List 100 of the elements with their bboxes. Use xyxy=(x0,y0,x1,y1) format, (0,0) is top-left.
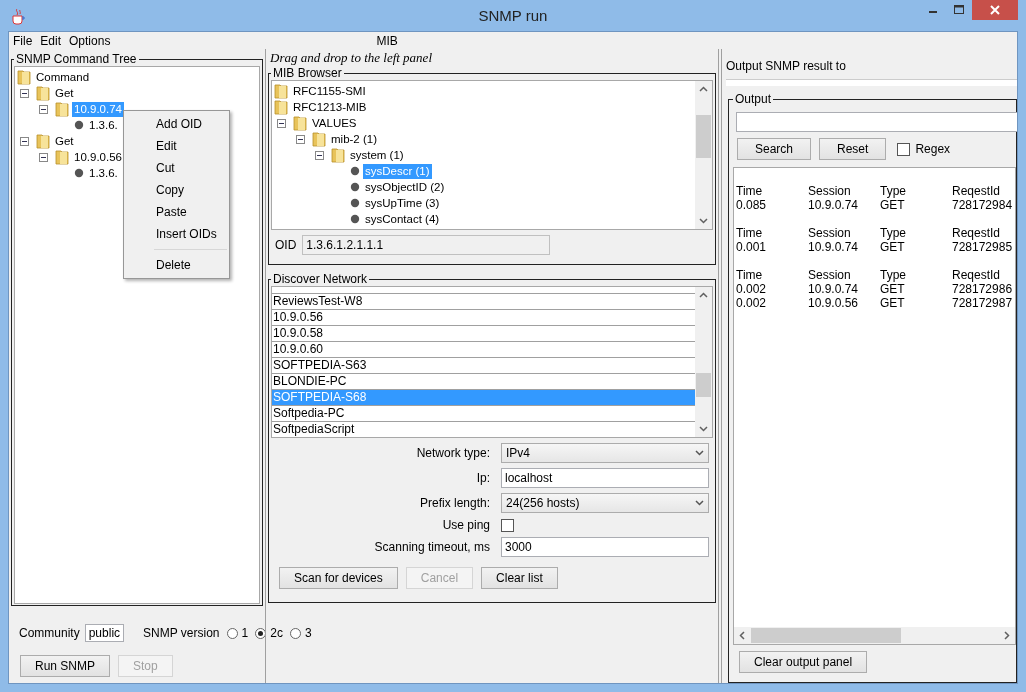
tree-item[interactable]: sysContact (4) xyxy=(363,211,442,227)
text-field[interactable]: 3000 xyxy=(501,537,709,557)
list-item[interactable]: Softpedia-PC xyxy=(272,406,695,422)
field-label: Community xyxy=(19,626,80,640)
mib-tree[interactable]: RFC1155-SMI RFC1213-MIB VALUES mib-2 (1) system (1) sysDescr (1) sysObjectID (2) sysUpTime (3) sysContact (4) xyxy=(271,80,713,230)
tree-item[interactable]: sysUpTime (3) xyxy=(363,195,442,211)
radio-button[interactable] xyxy=(289,627,301,639)
menu-item[interactable]: Edit xyxy=(124,135,229,157)
tree-item[interactable]: VALUES xyxy=(310,115,359,131)
menu-item[interactable]: File xyxy=(9,33,37,48)
list-item[interactable]: SOFTPEDIA-S63 xyxy=(272,358,695,374)
vertical-scrollbar[interactable] xyxy=(695,81,712,229)
menu-item[interactable]: Paste xyxy=(124,201,229,223)
command-tree[interactable]: Command Get 10.9.0.74 1.3.6. Get 10.9.0.56 1.3.6. Add OID Edit Cut Copy Paste Insert OIDs Delete xyxy=(14,66,260,604)
radio-label[interactable]: 3 xyxy=(304,626,312,640)
field-label: Scanning timeout, ms xyxy=(373,540,490,554)
radio-button[interactable] xyxy=(226,627,238,639)
folder-icon xyxy=(274,83,288,99)
node-dot-icon xyxy=(350,198,360,208)
vertical-scrollbar[interactable] xyxy=(695,287,712,437)
collapse-icon[interactable] xyxy=(20,136,29,146)
community-field[interactable]: public xyxy=(84,624,125,642)
window-title: SNMP run xyxy=(478,7,548,24)
horizontal-scrollbar[interactable] xyxy=(734,627,1015,644)
folder-icon xyxy=(331,147,345,163)
node-dot-icon xyxy=(350,166,360,176)
hint-text: Drag and drop to the left panel xyxy=(269,49,433,67)
collapse-icon[interactable] xyxy=(315,150,324,160)
scroll-thumb[interactable] xyxy=(696,115,711,158)
tree-item[interactable]: 10.9.0.56 xyxy=(72,149,124,165)
tree-item[interactable]: RFC1155-SMI xyxy=(291,83,368,99)
menu-item[interactable]: Options xyxy=(65,33,115,48)
folder-icon xyxy=(17,69,31,85)
tree-item[interactable]: RFC1213-MIB xyxy=(291,99,369,115)
collapse-icon[interactable] xyxy=(296,134,305,144)
tree-item[interactable]: Get xyxy=(53,133,76,149)
column-header: ReqestId xyxy=(952,184,1002,198)
checkbox[interactable] xyxy=(501,518,514,532)
radio-label[interactable]: 1 xyxy=(241,626,249,640)
tree-item[interactable]: system (1) xyxy=(348,147,406,163)
column-header: Session xyxy=(808,226,852,240)
text-field[interactable] xyxy=(726,79,1017,86)
output-value: 10.9.0.56 xyxy=(808,296,860,310)
checkbox-label[interactable]: Regex xyxy=(915,142,951,156)
radio-button[interactable] xyxy=(255,627,267,639)
dropdown[interactable]: 24(256 hosts) xyxy=(501,493,709,513)
scroll-thumb[interactable] xyxy=(751,628,901,643)
dropdown[interactable]: IPv4 xyxy=(501,443,709,463)
host-list[interactable]: ReviewsTest-W8 10.9.0.56 10.9.0.58 10.9.0.60 SOFTPEDIA-S63 BLONDIE-PC SOFTPEDIA-S68 Softpedia-PC SoftpediaScript xyxy=(271,286,713,438)
output-value: 728172987 xyxy=(952,296,1014,310)
menu-item[interactable]: Delete xyxy=(124,254,229,276)
tree-item[interactable]: mib-2 (1) xyxy=(329,131,379,147)
field-label: Use ping xyxy=(441,518,490,532)
column-header: Time xyxy=(736,184,764,198)
output-value: GET xyxy=(880,296,906,310)
button[interactable]: Reset xyxy=(819,138,887,160)
field-label: SNMP version xyxy=(143,626,220,640)
node-dot-icon xyxy=(350,214,360,224)
menu-item[interactable]: Insert OIDs xyxy=(124,223,229,245)
menu-item[interactable]: Copy xyxy=(124,179,229,201)
output-value: 728172985 xyxy=(952,240,1014,254)
list-item[interactable]: ReviewsTest-W8 xyxy=(272,294,695,310)
section-title: MIB xyxy=(376,33,398,48)
folder-icon xyxy=(36,133,50,149)
button[interactable]: Clear list xyxy=(481,567,558,589)
oid-field[interactable]: 1.3.6.1.2.1.1.1 xyxy=(302,235,551,255)
tree-item[interactable]: 1.3.6. xyxy=(87,117,120,133)
tree-item[interactable]: Command xyxy=(34,69,92,85)
tree-item[interactable]: 1.3.6. xyxy=(87,165,120,181)
close-icon[interactable] xyxy=(972,0,1018,20)
list-item[interactable]: 10.9.0.60 xyxy=(272,342,695,358)
collapse-icon[interactable] xyxy=(20,88,29,98)
menu-item[interactable]: Cut xyxy=(124,157,229,179)
list-item[interactable]: 10.9.0.56 xyxy=(272,310,695,326)
output-value: 728172986 xyxy=(952,282,1014,296)
output-value: 10.9.0.74 xyxy=(808,282,860,296)
tree-item[interactable]: Get xyxy=(53,85,76,101)
button[interactable]: Scan for devices xyxy=(279,567,398,589)
node-dot-icon xyxy=(350,182,360,192)
text-field[interactable]: localhost xyxy=(501,468,709,488)
collapse-icon[interactable] xyxy=(39,104,48,114)
button[interactable]: Clear output panel xyxy=(739,651,868,673)
radio-label[interactable]: 2c xyxy=(270,626,283,640)
button[interactable]: Run SNMP xyxy=(20,655,111,677)
collapse-icon[interactable] xyxy=(39,152,48,162)
checkbox[interactable] xyxy=(897,142,911,156)
search-field[interactable] xyxy=(736,112,1017,132)
node-dot-icon xyxy=(74,120,84,130)
tree-item[interactable]: sysObjectID (2) xyxy=(363,179,447,195)
list-item[interactable]: 10.9.0.58 xyxy=(272,326,695,342)
menu-item[interactable]: Edit xyxy=(36,33,66,48)
field-label: Prefix length: xyxy=(418,496,490,510)
button[interactable]: Search xyxy=(737,138,812,160)
menu-item[interactable]: Add OID xyxy=(124,113,229,135)
collapse-icon[interactable] xyxy=(277,118,286,128)
column-header: Time xyxy=(736,268,764,282)
caret-icon xyxy=(695,500,704,506)
output-value: 10.9.0.74 xyxy=(808,240,860,254)
scroll-thumb[interactable] xyxy=(696,373,711,397)
output-value: 10.9.0.74 xyxy=(808,198,860,212)
